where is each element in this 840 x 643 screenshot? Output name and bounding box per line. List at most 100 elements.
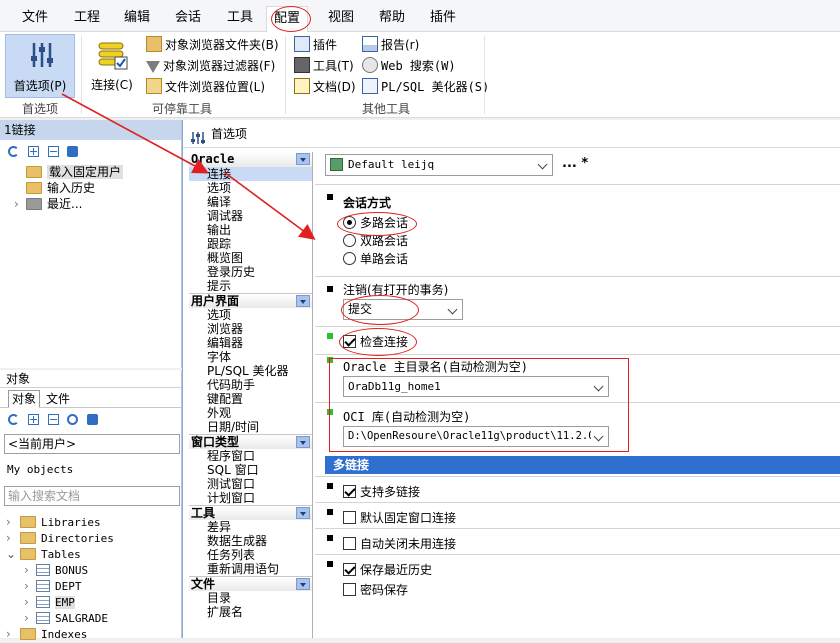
- object-browser-filters-button[interactable]: 对象浏览器过滤器(F): [146, 56, 275, 76]
- nav-item[interactable]: 数据生成器: [189, 534, 312, 548]
- check-connection-checkbox[interactable]: 检查连接: [343, 333, 408, 350]
- nav-item[interactable]: 代码助手: [189, 378, 312, 392]
- tree-item-fixed-users[interactable]: 载入固定用户: [14, 164, 181, 180]
- documents-button[interactable]: 文档(D): [294, 77, 356, 97]
- nav-header-user-interface[interactable]: 用户界面: [189, 293, 312, 308]
- chevron-right-icon[interactable]: ›: [6, 530, 20, 546]
- object-browser-folders-button[interactable]: 对象浏览器文件夹(B): [146, 35, 279, 55]
- reports-button[interactable]: 报告(r): [362, 35, 419, 55]
- radio-single-session[interactable]: 单路会话: [343, 250, 408, 267]
- tree-item-input-history[interactable]: 输入历史: [14, 180, 181, 196]
- plugins-button[interactable]: 插件: [294, 35, 337, 55]
- nav-item[interactable]: 程序窗口: [189, 449, 312, 463]
- nav-item[interactable]: 日期/时间: [189, 420, 312, 434]
- oracle-home-select[interactable]: OraDb11g_home1: [343, 376, 609, 397]
- nav-item[interactable]: 选项: [189, 181, 312, 195]
- chevron-down-icon[interactable]: [296, 507, 310, 519]
- nav-item[interactable]: 编辑器: [189, 336, 312, 350]
- chevron-right-icon[interactable]: ›: [14, 196, 26, 212]
- menu-view[interactable]: 视图: [326, 8, 356, 28]
- nav-header-oracle[interactable]: Oracle: [189, 152, 312, 167]
- radio-button[interactable]: [343, 216, 356, 229]
- menu-tools[interactable]: 工具: [225, 8, 255, 28]
- chevron-right-icon[interactable]: ›: [24, 594, 36, 610]
- save-history-checkbox[interactable]: 保存最近历史: [343, 561, 432, 578]
- nav-item[interactable]: 跟踪: [189, 237, 312, 251]
- chevron-right-icon[interactable]: ›: [24, 578, 36, 594]
- collapse-icon[interactable]: [47, 146, 59, 157]
- menu-help[interactable]: 帮助: [377, 8, 407, 28]
- menu-project[interactable]: 工程: [72, 8, 102, 28]
- nav-item[interactable]: PL/SQL 美化器: [189, 364, 312, 378]
- checkbox[interactable]: [343, 335, 356, 348]
- default-fixed-window-checkbox[interactable]: 默认固定窗口连接: [343, 509, 456, 526]
- nav-item[interactable]: 键配置: [189, 392, 312, 406]
- web-search-button[interactable]: Web 搜索(W): [362, 56, 456, 76]
- checkbox[interactable]: [343, 537, 356, 550]
- tree-item-directories[interactable]: › Directories: [6, 530, 180, 546]
- nav-item[interactable]: 提示: [189, 279, 312, 293]
- nav-item-connection[interactable]: 连接: [189, 167, 312, 181]
- chevron-down-icon[interactable]: [296, 436, 310, 448]
- tab-files[interactable]: 文件: [46, 391, 70, 407]
- collapse-icon[interactable]: [47, 414, 59, 425]
- menu-file[interactable]: 文件: [20, 8, 50, 28]
- nav-header-files[interactable]: 文件: [189, 576, 312, 591]
- expand-icon[interactable]: [27, 414, 39, 425]
- save-password-checkbox[interactable]: 密码保存: [343, 581, 408, 598]
- tree-item-table[interactable]: › SALGRADE: [6, 610, 180, 626]
- checkbox[interactable]: [343, 511, 356, 524]
- chevron-right-icon[interactable]: ›: [24, 562, 36, 578]
- nav-item[interactable]: 扩展名: [189, 605, 312, 619]
- menu-session[interactable]: 会话: [173, 8, 203, 28]
- radio-multi-session[interactable]: 多路会话: [343, 214, 408, 231]
- profile-more-button[interactable]: ... *: [562, 156, 588, 171]
- nav-item[interactable]: 重新调用语句: [189, 562, 312, 576]
- tree-item-libraries[interactable]: › Libraries: [6, 514, 180, 530]
- nav-item[interactable]: SQL 窗口: [189, 463, 312, 477]
- chevron-down-icon[interactable]: ⌄: [6, 546, 20, 562]
- support-multi-connection-checkbox[interactable]: 支持多链接: [343, 483, 420, 500]
- nav-item[interactable]: 输出: [189, 223, 312, 237]
- nav-item[interactable]: 字体: [189, 350, 312, 364]
- file-browser-locations-button[interactable]: 文件浏览器位置(L): [146, 77, 265, 97]
- chevron-right-icon[interactable]: ›: [24, 610, 36, 626]
- settings-icon[interactable]: [67, 146, 79, 157]
- nav-item[interactable]: 选项: [189, 308, 312, 322]
- tab-objects[interactable]: 对象: [8, 390, 41, 408]
- checkbox[interactable]: [343, 583, 356, 596]
- nav-item[interactable]: 浏览器: [189, 322, 312, 336]
- chevron-down-icon[interactable]: [296, 153, 310, 165]
- chevron-right-icon[interactable]: ›: [6, 626, 20, 642]
- tree-item-indexes[interactable]: › Indexes: [6, 626, 180, 642]
- preferences-button[interactable]: 首选项(P): [5, 34, 75, 98]
- menu-edit[interactable]: 编辑: [122, 8, 152, 28]
- tools-button[interactable]: 工具(T): [294, 56, 354, 76]
- chevron-down-icon[interactable]: [296, 578, 310, 590]
- object-filter-select[interactable]: My objects: [4, 460, 180, 480]
- current-user-select[interactable]: <当前用户>: [4, 434, 180, 454]
- expand-icon[interactable]: [27, 146, 39, 157]
- checkbox[interactable]: [343, 485, 356, 498]
- nav-item[interactable]: 外观: [189, 406, 312, 420]
- nav-item[interactable]: 调试器: [189, 209, 312, 223]
- tree-item-table[interactable]: › EMP: [6, 594, 180, 610]
- nav-header-tools[interactable]: 工具: [189, 505, 312, 520]
- nav-item[interactable]: 编译: [189, 195, 312, 209]
- radio-button[interactable]: [343, 234, 356, 247]
- nav-item[interactable]: 目录: [189, 591, 312, 605]
- oci-library-select[interactable]: D:\OpenResoure\Oracle11g\product\11.2.0\…: [343, 426, 609, 447]
- tree-item-table[interactable]: › DEPT: [6, 578, 180, 594]
- tree-item-table[interactable]: › BONUS: [6, 562, 180, 578]
- radio-dual-session[interactable]: 双路会话: [343, 232, 408, 249]
- search-icon[interactable]: [67, 414, 79, 425]
- tree-item-tables[interactable]: ⌄ Tables: [6, 546, 180, 562]
- tree-item-recent[interactable]: › 最近...: [14, 196, 181, 212]
- menu-configure[interactable]: 配置: [266, 6, 309, 32]
- nav-item[interactable]: 任务列表: [189, 548, 312, 562]
- object-search-input[interactable]: 输入搜索文档: [4, 486, 180, 506]
- filter-icon[interactable]: [87, 414, 99, 425]
- menu-plugins[interactable]: 插件: [428, 8, 458, 28]
- profile-select[interactable]: Default leijq: [325, 154, 553, 176]
- nav-item[interactable]: 差异: [189, 520, 312, 534]
